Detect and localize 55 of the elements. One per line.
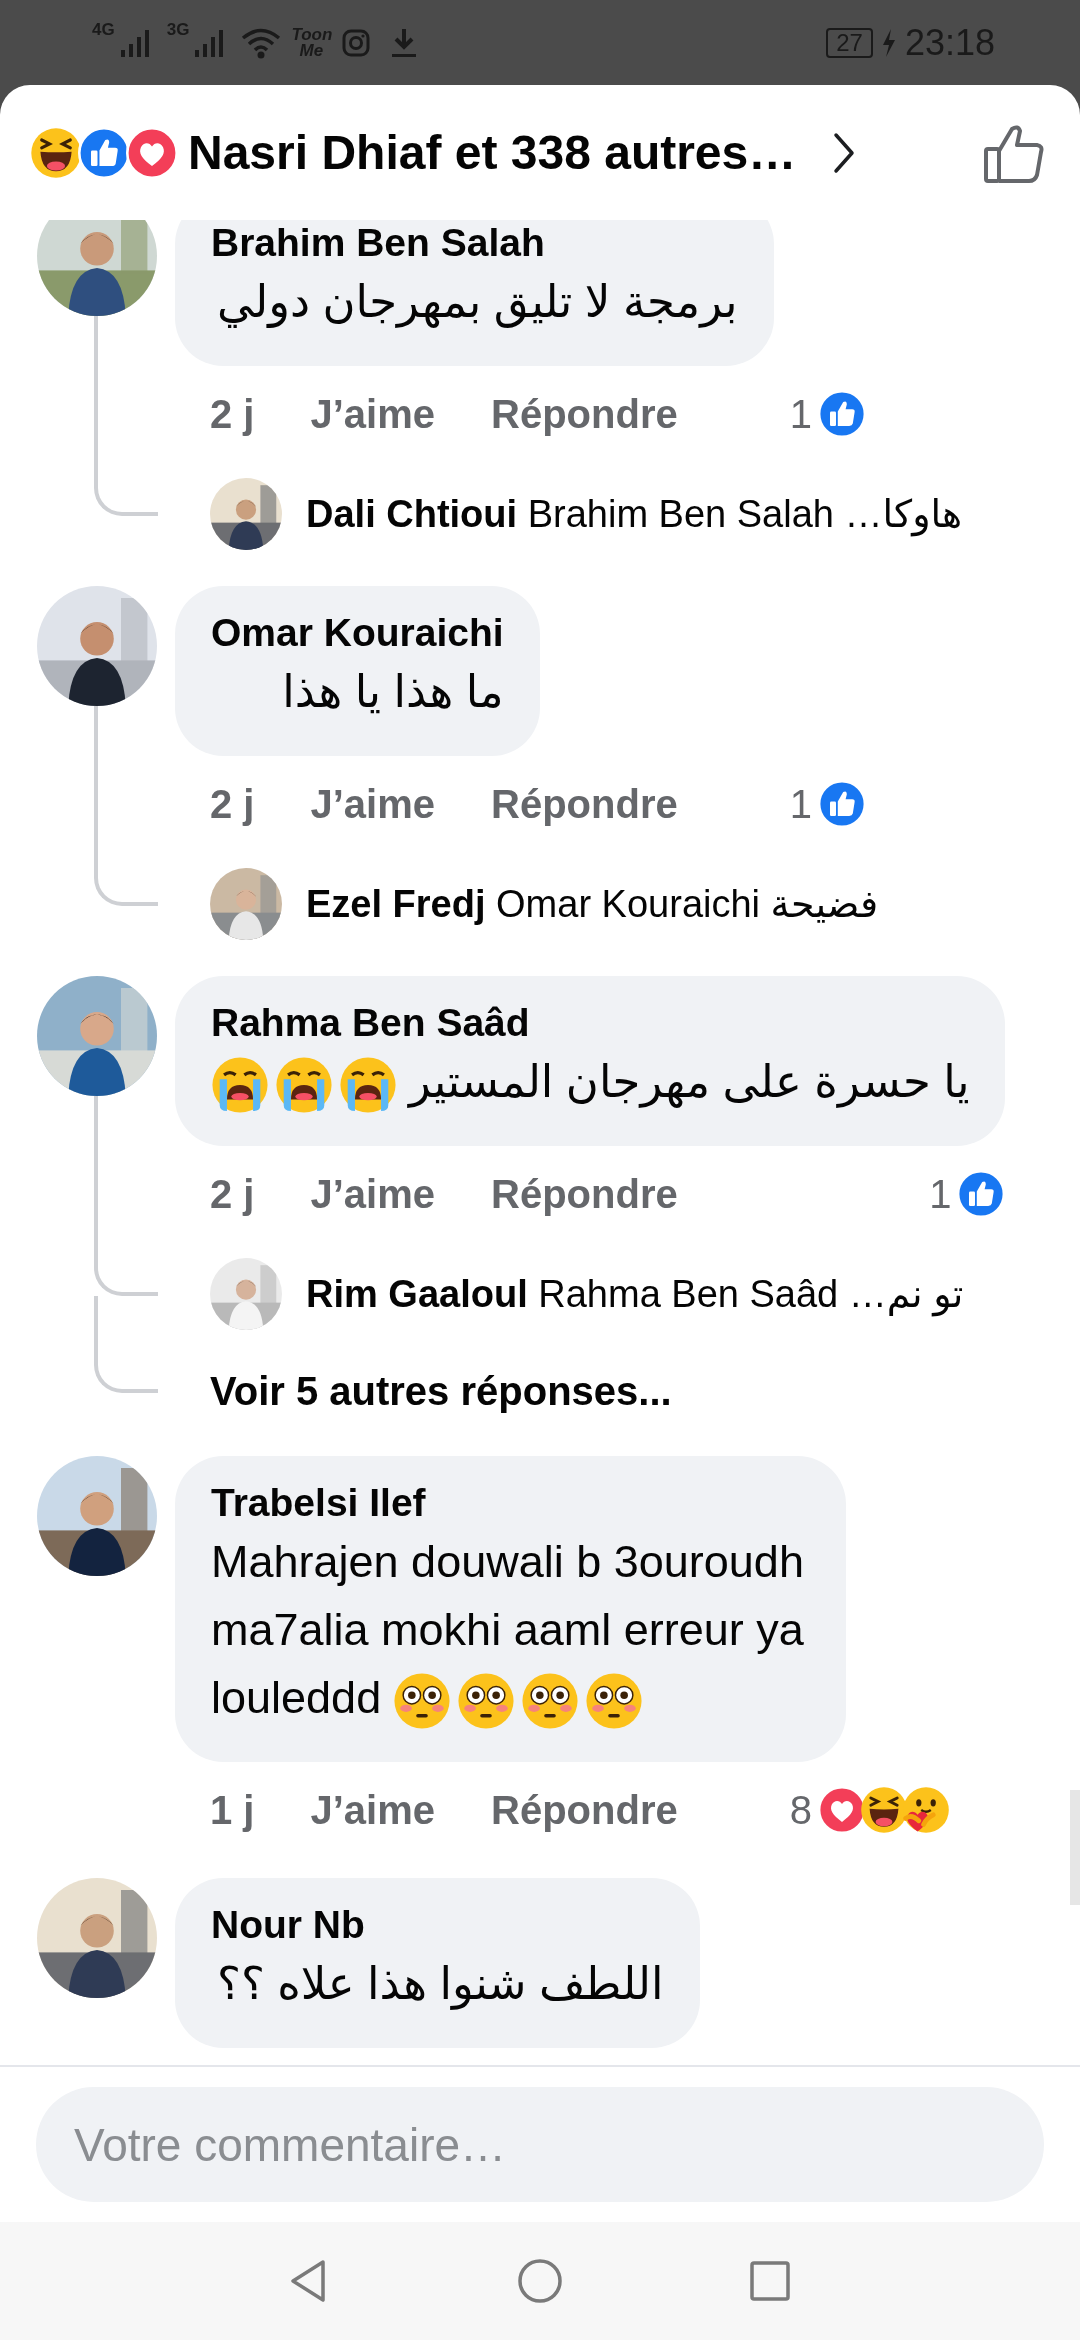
heart-reaction-icon <box>817 1786 866 1834</box>
comment-text: louleddd <box>211 1672 382 1723</box>
reply-link[interactable]: Répondre <box>491 781 678 827</box>
charging-icon <box>880 27 897 58</box>
like-link[interactable]: J’aime <box>310 1171 435 1217</box>
like-link[interactable]: J’aime <box>310 1787 435 1833</box>
crying-face-icon <box>339 1056 397 1115</box>
comment-text: يا حسرة على مهرجان المستير <box>409 1056 970 1107</box>
thread-connector <box>94 1242 158 1296</box>
comment-text: ما هذا يا هذا <box>282 666 504 717</box>
reaction-count[interactable]: 1 <box>789 781 812 827</box>
like-link[interactable]: J’aime <box>310 391 435 437</box>
wifi-icon <box>241 26 282 59</box>
reply-link[interactable]: Répondre <box>491 1787 678 1833</box>
comment-age: 2 j <box>210 781 255 827</box>
flushed-face-icon <box>393 1672 452 1731</box>
reaction-count[interactable]: 8 <box>789 1787 812 1833</box>
comment-age: 2 j <box>210 391 255 437</box>
thread-connector <box>94 852 158 906</box>
laughing-face-icon <box>30 126 82 179</box>
like-reaction-icon <box>78 126 130 179</box>
like-reaction-icon <box>957 1170 1006 1218</box>
laughing-face-icon <box>859 1786 908 1834</box>
crying-face-icon <box>211 1056 269 1115</box>
comment-author[interactable]: Omar Kouraichi <box>211 608 504 658</box>
comment-author[interactable]: Nour Nb <box>211 1900 664 1950</box>
comment-author[interactable]: Rahma Ben Saâd <box>211 998 970 1048</box>
flushed-face-icon <box>457 1672 516 1731</box>
comment-age: 2 j <box>210 1171 255 1217</box>
like-reaction-icon <box>817 780 866 828</box>
comment-text: ma7alia mokhi aaml erreur ya <box>211 1604 804 1655</box>
heart-reaction-icon <box>126 126 178 179</box>
chevron-right-icon[interactable] <box>832 130 857 175</box>
thread-connector <box>94 462 158 516</box>
comment-field[interactable]: Votre commentaire… <box>36 2087 1044 2202</box>
reaction-count[interactable]: 1 <box>929 1171 952 1217</box>
comment-text: اللطف شنوا هذا علاه ؟؟ <box>217 1958 664 2009</box>
like-reaction-icon <box>817 390 866 438</box>
flushed-face-icon <box>521 1672 580 1731</box>
comment-author[interactable]: Brahim Ben Salah <box>211 220 738 268</box>
reactions-title[interactable]: Nasri Dhiaf et 338 autres… <box>188 125 797 180</box>
more-replies-link[interactable]: Voir 5 autres réponses... <box>210 1368 672 1414</box>
hugging-heart-face-icon <box>901 1786 950 1834</box>
comment-author[interactable]: Trabelsi Ilef <box>211 1478 810 1528</box>
crying-face-icon <box>275 1056 333 1115</box>
camera-icon <box>341 27 372 58</box>
comment-text: Mahrajen douwali b 3ouroudh <box>211 1536 804 1587</box>
reaction-count[interactable]: 1 <box>789 391 812 437</box>
reply-link[interactable]: Répondre <box>491 391 678 437</box>
comment-text: برمجة لا تليق بمهرجان دولي <box>217 276 738 327</box>
flushed-face-icon <box>585 1672 644 1731</box>
home-icon[interactable] <box>515 2256 565 2306</box>
like-link[interactable]: J’aime <box>310 781 435 827</box>
comment-age: 1 j <box>210 1787 255 1833</box>
reply-link[interactable]: Répondre <box>491 1171 678 1217</box>
